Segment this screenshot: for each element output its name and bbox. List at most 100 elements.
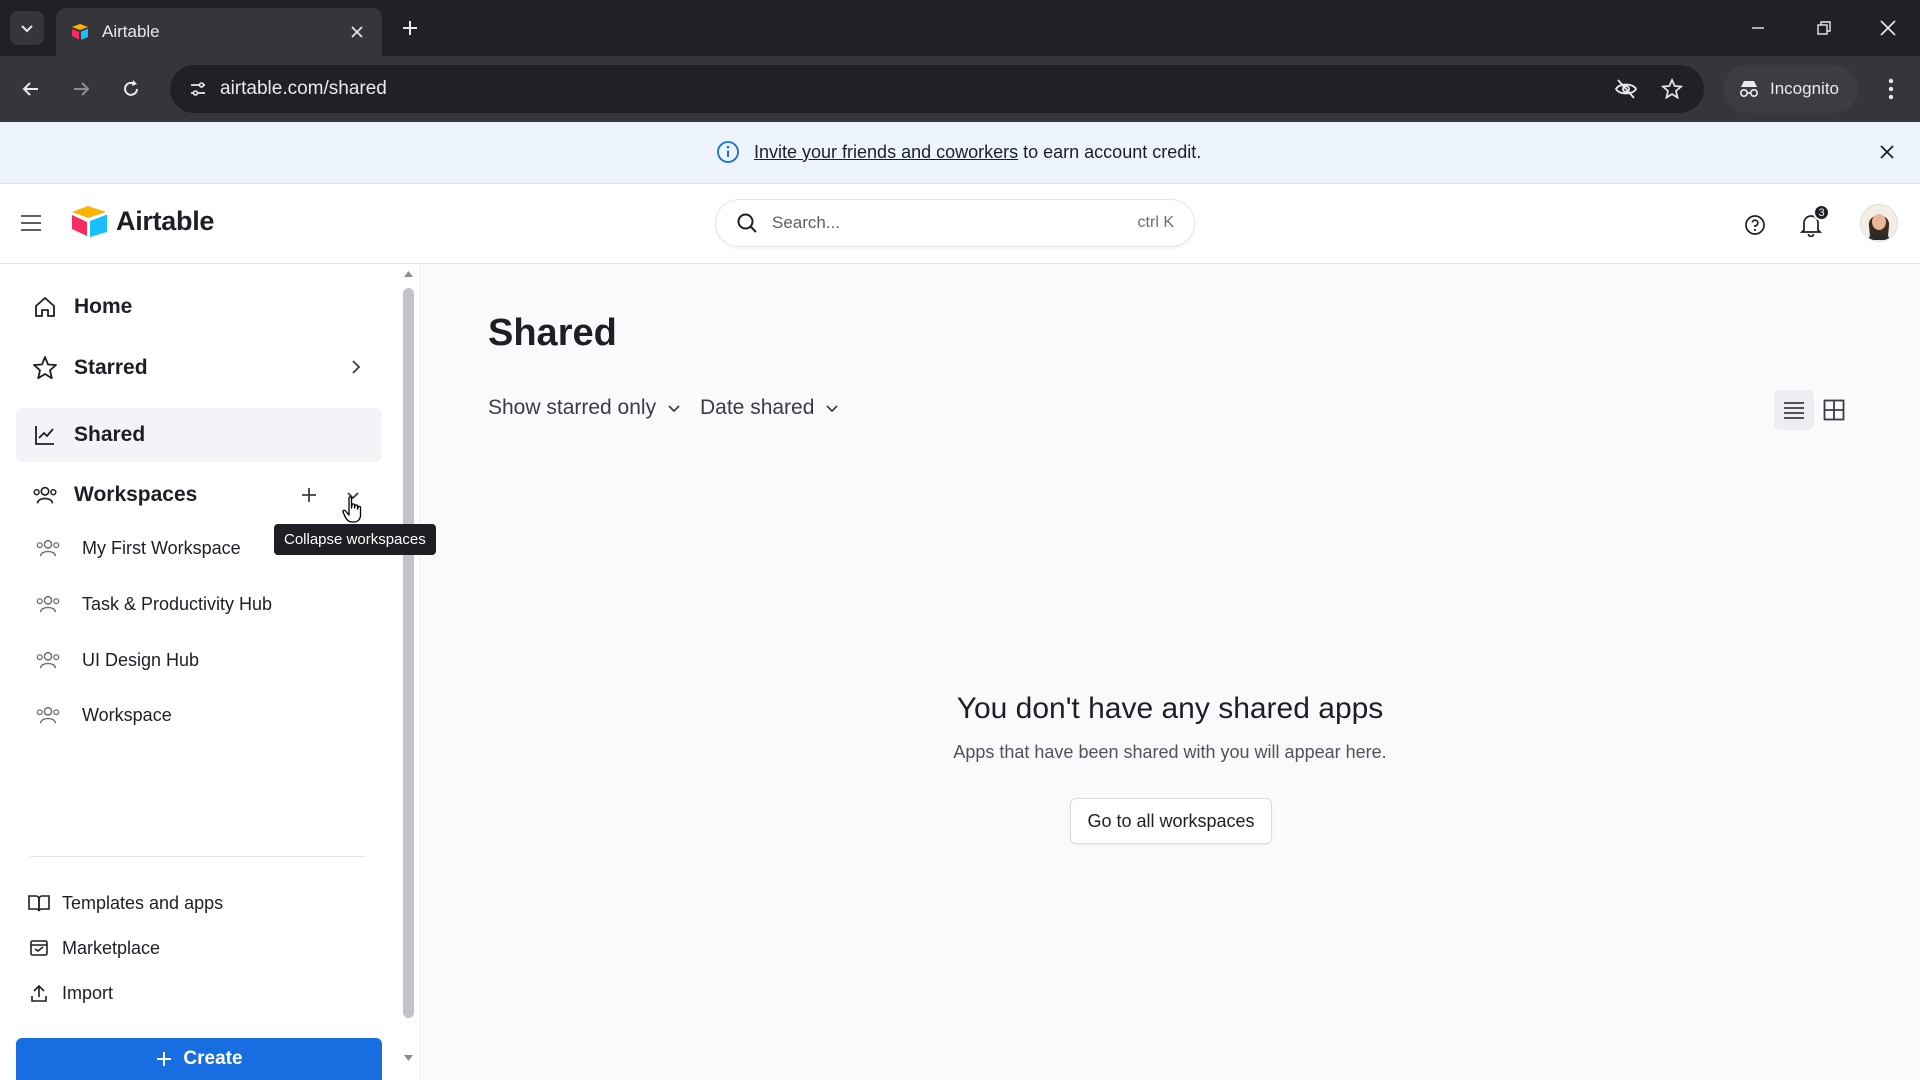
date-shared-sort[interactable]: Date shared bbox=[700, 396, 840, 420]
workspace-label: My First Workspace bbox=[82, 537, 241, 558]
sidebar-scrollbar[interactable] bbox=[400, 264, 416, 1080]
import-label: Import bbox=[62, 982, 114, 1003]
close-icon bbox=[1880, 145, 1894, 159]
browser-tab-airtable[interactable]: Airtable bbox=[56, 8, 382, 56]
sidebar-marketplace-link[interactable]: Marketplace bbox=[28, 931, 160, 965]
bookmark-star-icon[interactable] bbox=[1658, 75, 1686, 103]
sidebar-item-starred[interactable]: Starred bbox=[16, 341, 382, 395]
hand-cursor-icon bbox=[342, 496, 362, 523]
sidebar-templates-link[interactable]: Templates and apps bbox=[28, 886, 223, 920]
address-bar[interactable]: airtable.com/shared bbox=[170, 65, 1704, 113]
sidebar-item-label: Home bbox=[74, 295, 133, 318]
grid-icon bbox=[1823, 399, 1845, 421]
sidebar-item-workspaces[interactable]: Workspaces bbox=[16, 468, 382, 522]
incognito-label: Incognito bbox=[1770, 79, 1839, 98]
tab-title: Airtable bbox=[102, 22, 160, 41]
empty-state-subtitle: Apps that have been shared with you will… bbox=[953, 742, 1387, 762]
search-input[interactable]: Search... ctrl K bbox=[716, 200, 1194, 246]
url-text[interactable]: airtable.com/shared bbox=[220, 78, 387, 100]
create-button[interactable]: Create bbox=[16, 1038, 382, 1080]
plus-icon bbox=[157, 1052, 172, 1066]
help-icon bbox=[1745, 215, 1765, 235]
workspace-item[interactable]: My First Workspace bbox=[34, 528, 241, 568]
arrow-right-icon bbox=[74, 82, 90, 96]
site-info-icon[interactable] bbox=[182, 73, 214, 105]
help-button[interactable] bbox=[1738, 208, 1772, 242]
search-placeholder: Search... bbox=[772, 213, 841, 232]
banner-text: to earn account credit. bbox=[1018, 141, 1202, 162]
forward-button[interactable] bbox=[64, 72, 98, 106]
minimize-button[interactable] bbox=[1738, 10, 1778, 46]
banner-close-button[interactable] bbox=[1874, 139, 1900, 165]
arrow-left-icon bbox=[22, 82, 38, 96]
invite-link[interactable]: Invite your friends and coworkers bbox=[754, 142, 1018, 163]
kebab-menu-icon bbox=[1888, 78, 1894, 100]
notification-count-badge: 3 bbox=[1813, 204, 1830, 221]
empty-state-title: You don't have any shared apps bbox=[956, 692, 1384, 725]
reload-button[interactable] bbox=[114, 72, 148, 106]
workspace-label: UI Design Hub bbox=[82, 649, 200, 670]
back-button[interactable] bbox=[14, 72, 48, 106]
create-label: Create bbox=[183, 1048, 243, 1069]
close-window-button[interactable] bbox=[1868, 10, 1908, 46]
sidebar-import-link[interactable]: Import bbox=[28, 976, 113, 1010]
sidebar-item-home[interactable]: Home bbox=[16, 280, 382, 334]
new-tab-button[interactable] bbox=[396, 14, 424, 42]
workspace-item[interactable]: UI Design Hub bbox=[34, 640, 199, 680]
app-header: Airtable Search... ctrl K 3 bbox=[0, 184, 1920, 264]
incognito-indicator[interactable]: Incognito bbox=[1724, 65, 1858, 113]
shared-chart-icon bbox=[32, 422, 58, 448]
airtable-logo-icon bbox=[72, 206, 107, 237]
add-workspace-button[interactable] bbox=[294, 480, 324, 510]
sort-label: Date shared bbox=[700, 396, 815, 419]
scrollbar-thumb[interactable] bbox=[403, 288, 414, 1018]
logo-text: Airtable bbox=[116, 205, 215, 236]
list-icon bbox=[1784, 402, 1804, 419]
reload-icon bbox=[124, 80, 138, 96]
tab-close-icon[interactable] bbox=[346, 21, 368, 43]
sidebar: Home Starred Shared Workspaces My First … bbox=[0, 264, 420, 1080]
sidebar-item-label: Shared bbox=[74, 423, 146, 446]
scroll-up-arrow-icon[interactable] bbox=[403, 270, 414, 278]
collapse-workspaces-tooltip: Collapse workspaces bbox=[274, 524, 436, 555]
browser-menu-button[interactable] bbox=[1874, 72, 1908, 106]
workspace-label: Workspace bbox=[82, 704, 172, 725]
sidebar-item-shared[interactable]: Shared bbox=[16, 408, 382, 462]
main-content: Shared Show starred only Date shared You… bbox=[420, 264, 1920, 1080]
search-shortcut: ctrl K bbox=[1137, 214, 1174, 231]
users-icon bbox=[34, 590, 62, 618]
filter-label: Show starred only bbox=[488, 396, 657, 419]
list-view-button[interactable] bbox=[1774, 390, 1814, 430]
plus-icon bbox=[403, 21, 417, 35]
restore-button[interactable] bbox=[1804, 10, 1844, 46]
hamburger-menu-icon bbox=[21, 215, 41, 231]
go-to-all-workspaces-button[interactable]: Go to all workspaces bbox=[1070, 798, 1272, 844]
chevron-right-icon[interactable] bbox=[346, 357, 366, 377]
workspace-item[interactable]: Task & Productivity Hub bbox=[34, 584, 272, 624]
user-avatar[interactable] bbox=[1860, 204, 1898, 242]
user-avatar-icon bbox=[1862, 206, 1896, 240]
show-starred-filter[interactable]: Show starred only bbox=[488, 396, 682, 420]
users-icon bbox=[34, 646, 62, 674]
users-icon bbox=[34, 701, 62, 729]
home-icon bbox=[32, 294, 58, 320]
sidebar-divider bbox=[30, 856, 366, 857]
tab-search-button[interactable] bbox=[10, 11, 44, 45]
minimize-icon bbox=[1752, 27, 1764, 29]
scroll-down-arrow-icon[interactable] bbox=[403, 1054, 414, 1062]
airtable-favicon-icon bbox=[72, 24, 88, 40]
chevron-down-icon bbox=[668, 405, 680, 413]
upload-icon bbox=[28, 982, 50, 1004]
banner-content: Invite your friends and coworkers to ear… bbox=[716, 140, 1201, 164]
grid-view-button[interactable] bbox=[1814, 390, 1854, 430]
close-icon bbox=[1880, 20, 1896, 36]
eye-off-icon[interactable] bbox=[1612, 75, 1640, 103]
notifications-button[interactable]: 3 bbox=[1794, 204, 1830, 242]
workspace-item[interactable]: Workspace bbox=[34, 695, 172, 735]
sidebar-toggle-button[interactable] bbox=[16, 208, 46, 238]
sidebar-item-label: Workspaces bbox=[74, 483, 198, 506]
marketplace-icon bbox=[28, 937, 50, 959]
star-icon bbox=[32, 355, 58, 381]
users-icon bbox=[32, 482, 58, 508]
airtable-logo[interactable]: Airtable bbox=[70, 204, 214, 238]
